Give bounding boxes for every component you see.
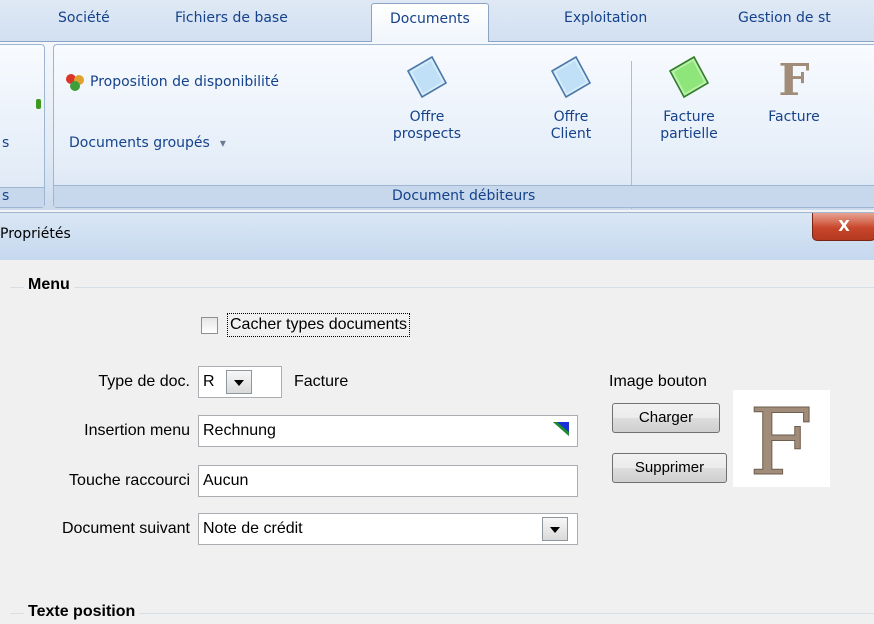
shortcut-value: Aucun xyxy=(203,472,249,489)
facture-f-icon: F xyxy=(778,55,809,101)
next-document-select[interactable]: Note de crédit xyxy=(198,513,578,545)
ribbon-tab-bar: Société Fichiers de base Documents Explo… xyxy=(0,0,874,43)
image-button-label: Image bouton xyxy=(609,373,707,390)
tab-gestion-de-stock[interactable]: Gestion de st xyxy=(738,8,831,42)
tab-fichiers-de-base[interactable]: Fichiers de base xyxy=(175,8,288,42)
offre-client-line1: Offre xyxy=(553,109,589,125)
ribbon-panel: s s Proposition de disponibilité Documen… xyxy=(0,42,874,210)
preview-letter: F xyxy=(749,390,813,487)
close-button[interactable]: X xyxy=(812,213,874,241)
menu-group-border xyxy=(10,287,874,288)
type-doc-label: Type de doc. xyxy=(98,373,190,390)
next-document-label: Document suivant xyxy=(61,520,190,537)
dialog-title: Propriétés xyxy=(0,226,71,242)
ribbon-fragment-label[interactable]: s xyxy=(2,135,9,151)
proposition-icon xyxy=(66,74,84,91)
documents-groupes-dropdown[interactable]: Documents groupés ▾ xyxy=(69,135,226,151)
dialog-title-bar: Propriétés X xyxy=(0,212,874,260)
chevron-down-icon: ▾ xyxy=(219,136,226,150)
ribbon-group-document-debiteurs: Proposition de disponibilité Documents g… xyxy=(53,44,874,209)
facture-f-icon: F xyxy=(749,389,814,497)
offre-client-icon xyxy=(550,55,592,99)
partial-green-icon xyxy=(36,99,41,109)
tab-exploitation[interactable]: Exploitation xyxy=(564,8,647,42)
translation-flag-icon[interactable] xyxy=(553,422,569,436)
position-group-border xyxy=(10,613,874,614)
proposition-disponibilite-button[interactable]: Proposition de disponibilité xyxy=(64,71,279,93)
tab-societe[interactable]: Société xyxy=(58,8,110,42)
dropdown-arrow-icon[interactable] xyxy=(542,517,568,541)
offre-client-button[interactable]: Offre Client xyxy=(541,55,601,143)
position-legend: Texte position xyxy=(24,603,140,621)
offre-prospects-line1: Offre xyxy=(409,109,445,125)
facture-partielle-icon xyxy=(668,55,710,99)
facture-partielle-line1: Facture xyxy=(663,109,715,125)
offre-prospects-icon xyxy=(406,55,448,99)
ribbon-group-caption-previous: s xyxy=(0,187,44,207)
shortcut-input[interactable]: Aucun xyxy=(198,465,578,497)
ribbon-group-caption: Document débiteurs xyxy=(54,185,874,207)
facture-partielle-line2: partielle xyxy=(660,126,718,142)
shortcut-label: Touche raccourci xyxy=(69,472,190,489)
button-image-preview: F xyxy=(733,389,830,497)
offre-client-line2: Client xyxy=(550,126,592,142)
type-doc-description: Facture xyxy=(294,373,349,390)
documents-groupes-label: Documents groupés xyxy=(69,135,210,151)
delete-image-button[interactable]: Supprimer xyxy=(612,453,727,483)
load-image-button[interactable]: Charger xyxy=(612,403,720,433)
next-document-value: Note de crédit xyxy=(203,520,303,537)
hide-types-checkbox[interactable] xyxy=(201,317,218,334)
dropdown-arrow-icon[interactable] xyxy=(226,370,252,394)
offre-prospects-line2: prospects xyxy=(392,126,462,142)
hide-types-label[interactable]: Cacher types documents xyxy=(227,313,410,337)
facture-line1: Facture xyxy=(768,109,820,125)
close-icon: X xyxy=(838,217,850,235)
insertion-menu-label: Insertion menu xyxy=(84,422,190,439)
type-doc-value: R xyxy=(203,373,215,390)
facture-partielle-button[interactable]: Facture partielle xyxy=(648,55,730,143)
menu-legend: Menu xyxy=(24,276,74,294)
offre-prospects-button[interactable]: Offre prospects xyxy=(388,55,466,143)
insertion-menu-input[interactable]: Rechnung xyxy=(198,415,578,447)
svg-text:F: F xyxy=(778,55,809,101)
facture-button[interactable]: F Facture xyxy=(758,55,830,126)
insertion-menu-value: Rechnung xyxy=(203,422,276,439)
proposition-label: Proposition de disponibilité xyxy=(90,74,280,90)
properties-dialog: Menu Cacher types documents Type de doc.… xyxy=(0,260,874,624)
tab-documents[interactable]: Documents xyxy=(371,3,489,43)
ribbon-group-previous: s s xyxy=(0,44,45,208)
